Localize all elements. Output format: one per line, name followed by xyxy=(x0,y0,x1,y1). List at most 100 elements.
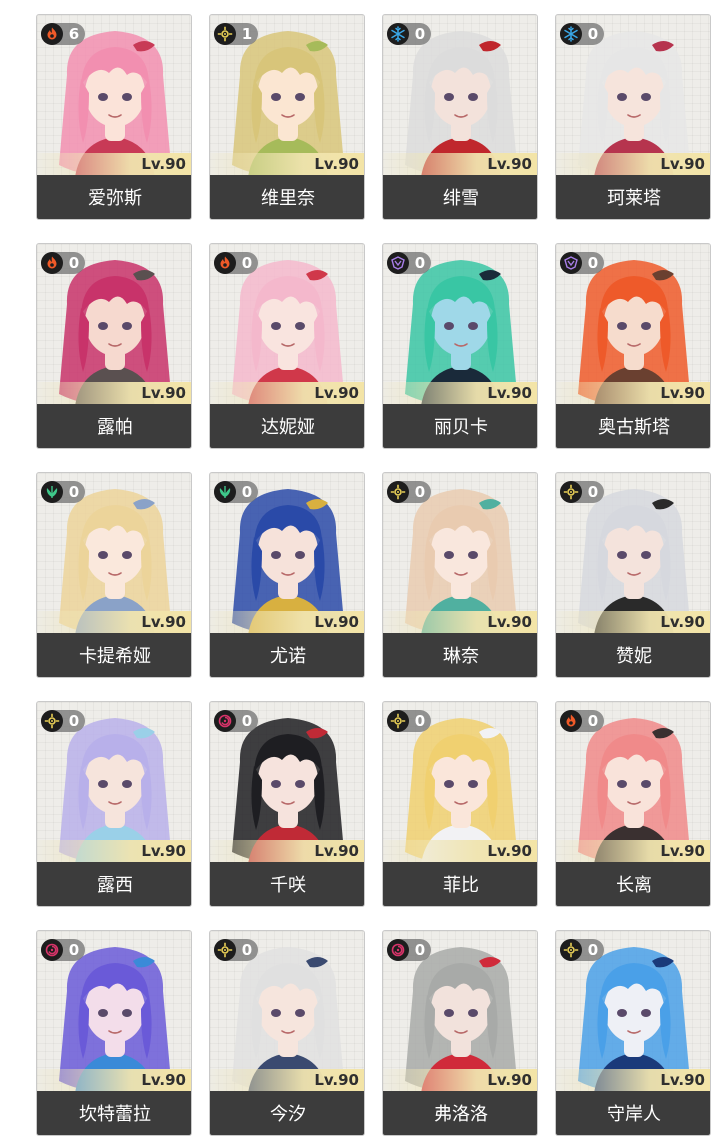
character-name: 赞妮 xyxy=(556,633,710,677)
light-icon xyxy=(214,23,236,45)
resonator-card[interactable]: Lv.90 赞妮 0 xyxy=(555,472,711,678)
sequence-count: 0 xyxy=(414,25,426,43)
resonator-card[interactable]: Lv.90 守岸人 0 xyxy=(555,930,711,1136)
sequence-count: 0 xyxy=(68,483,80,501)
level-label: Lv.90 xyxy=(141,155,186,173)
sequence-badge: 0 xyxy=(560,710,604,732)
light-icon xyxy=(560,939,582,961)
resonator-card[interactable]: Lv.90 今汐 0 xyxy=(209,930,365,1136)
sequence-count: 0 xyxy=(587,25,599,43)
level-label: Lv.90 xyxy=(141,613,186,631)
level-label: Lv.90 xyxy=(141,384,186,402)
character-name: 千咲 xyxy=(210,862,364,906)
sequence-badge: 0 xyxy=(387,252,431,274)
sequence-badge: 0 xyxy=(214,710,258,732)
fire-icon xyxy=(41,252,63,274)
character-name: 奥古斯塔 xyxy=(556,404,710,448)
character-name: 卡提希娅 xyxy=(37,633,191,677)
sequence-count: 0 xyxy=(414,254,426,272)
character-name: 达妮娅 xyxy=(210,404,364,448)
resonator-card[interactable]: Lv.90 卡提希娅 0 xyxy=(36,472,192,678)
sequence-badge: 0 xyxy=(214,252,258,274)
resonator-card[interactable]: Lv.90 珂莱塔 0 xyxy=(555,14,711,220)
level-label: Lv.90 xyxy=(314,384,359,402)
resonator-card[interactable]: Lv.90 维里奈 1 xyxy=(209,14,365,220)
sequence-count: 0 xyxy=(587,941,599,959)
character-name: 爱弥斯 xyxy=(37,175,191,219)
resonator-grid: Lv.90 爱弥斯 6 Lv.90 维里奈 1 Lv.90 绯雪 0 Lv.90… xyxy=(36,14,711,1136)
resonator-card[interactable]: Lv.90 绯雪 0 xyxy=(382,14,538,220)
resonator-card[interactable]: Lv.90 露帕 0 xyxy=(36,243,192,449)
fire-icon xyxy=(214,252,236,274)
resonator-card[interactable]: Lv.90 露西 0 xyxy=(36,701,192,907)
sequence-count: 0 xyxy=(587,712,599,730)
level-label: Lv.90 xyxy=(487,613,532,631)
sequence-count: 0 xyxy=(241,254,253,272)
resonator-card[interactable]: Lv.90 千咲 0 xyxy=(209,701,365,907)
sequence-count: 0 xyxy=(241,712,253,730)
resonator-card[interactable]: Lv.90 奥古斯塔 0 xyxy=(555,243,711,449)
character-name: 弗洛洛 xyxy=(383,1091,537,1135)
light-icon xyxy=(560,481,582,503)
sequence-badge: 0 xyxy=(560,939,604,961)
light-icon xyxy=(387,481,409,503)
wind-icon xyxy=(214,481,236,503)
resonator-card[interactable]: Lv.90 达妮娅 0 xyxy=(209,243,365,449)
sequence-badge: 1 xyxy=(214,23,258,45)
havoc-icon xyxy=(41,939,63,961)
character-name: 尤诺 xyxy=(210,633,364,677)
sequence-count: 0 xyxy=(68,254,80,272)
sequence-count: 0 xyxy=(587,254,599,272)
resonator-card[interactable]: Lv.90 丽贝卡 0 xyxy=(382,243,538,449)
level-label: Lv.90 xyxy=(487,842,532,860)
level-label: Lv.90 xyxy=(660,842,705,860)
sequence-badge: 0 xyxy=(214,481,258,503)
light-icon xyxy=(41,710,63,732)
level-label: Lv.90 xyxy=(487,1071,532,1089)
character-name: 坎特蕾拉 xyxy=(37,1091,191,1135)
resonator-card[interactable]: Lv.90 琳奈 0 xyxy=(382,472,538,678)
sequence-badge: 0 xyxy=(41,939,85,961)
character-name: 今汐 xyxy=(210,1091,364,1135)
resonator-card[interactable]: Lv.90 尤诺 0 xyxy=(209,472,365,678)
resonator-card[interactable]: Lv.90 爱弥斯 6 xyxy=(36,14,192,220)
sequence-badge: 0 xyxy=(387,939,431,961)
level-label: Lv.90 xyxy=(487,384,532,402)
sequence-count: 0 xyxy=(587,483,599,501)
sequence-badge: 0 xyxy=(214,939,258,961)
sequence-count: 0 xyxy=(414,712,426,730)
sequence-badge: 0 xyxy=(387,481,431,503)
resonator-card[interactable]: Lv.90 菲比 0 xyxy=(382,701,538,907)
sequence-badge: 0 xyxy=(560,481,604,503)
level-label: Lv.90 xyxy=(314,842,359,860)
level-label: Lv.90 xyxy=(141,842,186,860)
sequence-count: 0 xyxy=(241,483,253,501)
character-name: 珂莱塔 xyxy=(556,175,710,219)
light-icon xyxy=(387,710,409,732)
sequence-count: 0 xyxy=(68,712,80,730)
sequence-badge: 0 xyxy=(41,710,85,732)
level-label: Lv.90 xyxy=(660,155,705,173)
character-name: 守岸人 xyxy=(556,1091,710,1135)
level-label: Lv.90 xyxy=(487,155,532,173)
resonator-card[interactable]: Lv.90 弗洛洛 0 xyxy=(382,930,538,1136)
sequence-badge: 0 xyxy=(387,23,431,45)
character-name: 菲比 xyxy=(383,862,537,906)
level-label: Lv.90 xyxy=(660,1071,705,1089)
character-name: 丽贝卡 xyxy=(383,404,537,448)
character-name: 露帕 xyxy=(37,404,191,448)
character-name: 绯雪 xyxy=(383,175,537,219)
sequence-badge: 0 xyxy=(387,710,431,732)
havoc-icon xyxy=(387,939,409,961)
sequence-badge: 0 xyxy=(560,23,604,45)
resonator-card[interactable]: Lv.90 长离 0 xyxy=(555,701,711,907)
resonator-card[interactable]: Lv.90 坎特蕾拉 0 xyxy=(36,930,192,1136)
character-name: 长离 xyxy=(556,862,710,906)
sequence-count: 6 xyxy=(68,25,80,43)
dark-icon xyxy=(387,252,409,274)
level-label: Lv.90 xyxy=(314,613,359,631)
sequence-badge: 0 xyxy=(560,252,604,274)
level-label: Lv.90 xyxy=(314,1071,359,1089)
level-label: Lv.90 xyxy=(660,384,705,402)
wind-icon xyxy=(41,481,63,503)
